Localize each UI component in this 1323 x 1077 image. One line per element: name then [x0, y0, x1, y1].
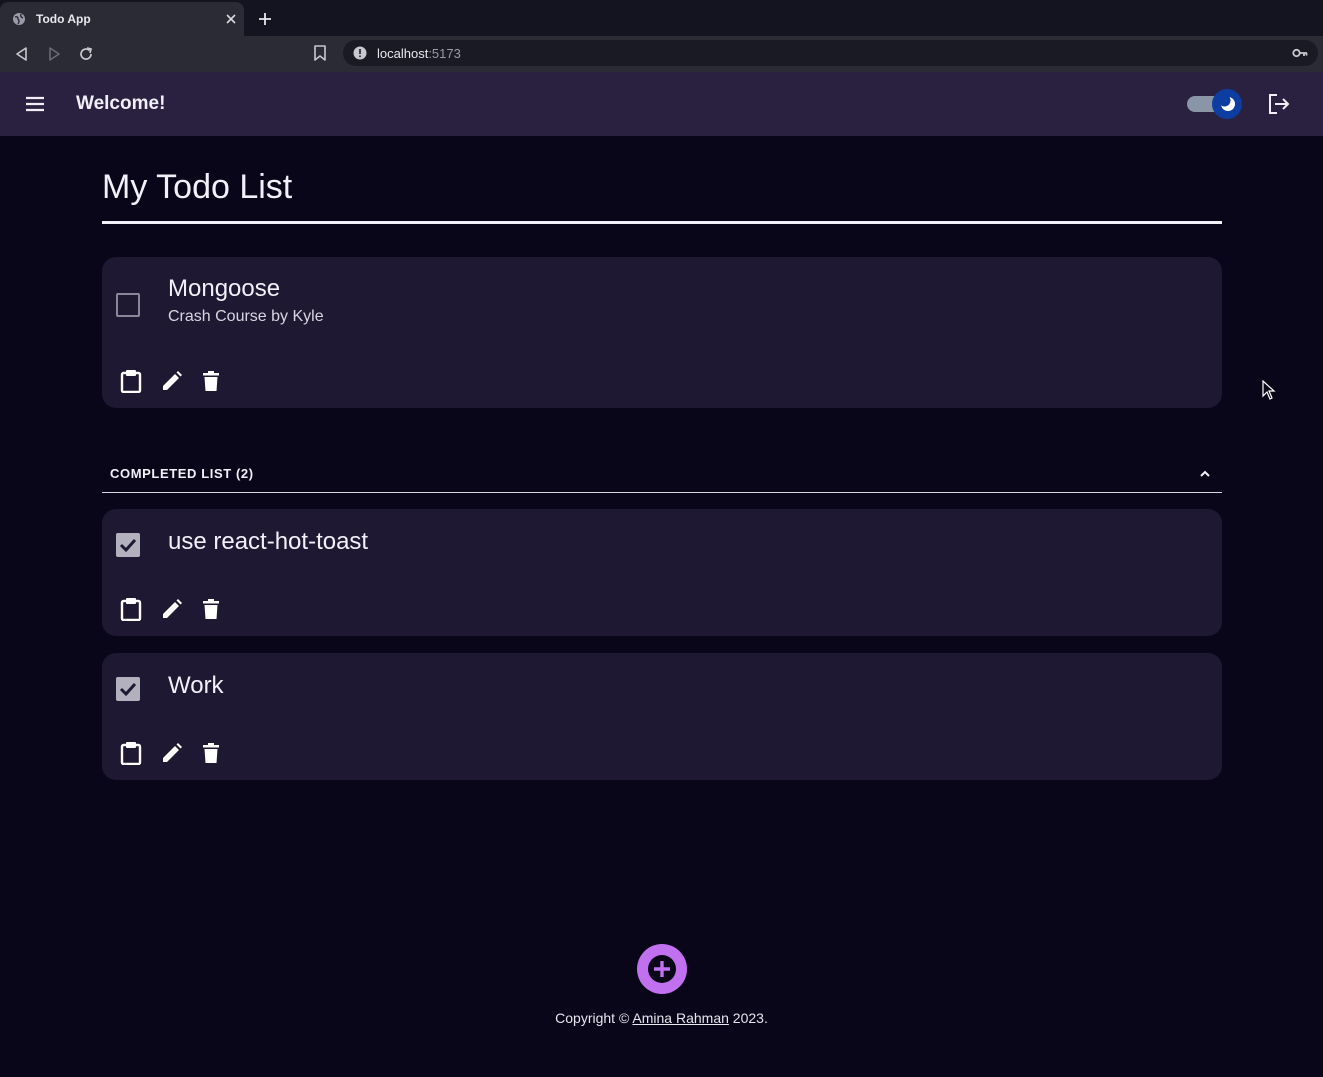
edit-icon[interactable] [160, 597, 182, 621]
delete-icon[interactable] [200, 369, 222, 393]
info-icon[interactable] [353, 46, 367, 60]
menu-icon[interactable] [24, 94, 46, 114]
clipboard-icon[interactable] [120, 369, 142, 393]
todo-title: Mongoose [168, 275, 281, 302]
browser-tab[interactable]: Todo App [0, 2, 244, 36]
todo-checkbox[interactable] [116, 677, 140, 701]
todo-actions [120, 597, 230, 621]
theme-toggle-thumb [1212, 89, 1242, 119]
cursor-icon [1262, 380, 1276, 400]
logout-icon[interactable] [1267, 93, 1291, 115]
url-host: localhost [377, 46, 429, 61]
moon-icon [1218, 94, 1235, 111]
back-icon[interactable] [13, 45, 31, 63]
todo-card: Mongoose Crash Course by Kyle [102, 257, 1222, 408]
plus-icon [648, 955, 676, 983]
close-icon[interactable] [224, 12, 238, 26]
address-bar[interactable]: localhost:5173 [343, 40, 1318, 66]
completed-list-label: COMPLETED LIST (2) [110, 466, 254, 481]
completed-list-header[interactable]: COMPLETED LIST (2) [102, 456, 1222, 493]
forward-icon[interactable] [45, 45, 63, 63]
add-todo-button[interactable] [637, 944, 687, 994]
chevron-up-icon[interactable] [1198, 467, 1212, 481]
title-divider [102, 221, 1222, 224]
page-title: My Todo List [102, 168, 293, 206]
clipboard-icon[interactable] [120, 741, 142, 765]
footer: Copyright © Amina Rahman 2023. [0, 1010, 1323, 1026]
edit-icon[interactable] [160, 741, 182, 765]
todo-checkbox[interactable] [116, 293, 140, 317]
copyright-prefix: Copyright © [555, 1010, 633, 1026]
url-text: localhost:5173 [377, 46, 461, 61]
app-title: Welcome! [76, 93, 166, 114]
plus-icon[interactable] [257, 11, 273, 27]
key-icon[interactable] [1292, 46, 1308, 60]
reload-icon[interactable] [77, 45, 95, 63]
check-icon [119, 538, 137, 553]
edit-icon[interactable] [160, 369, 182, 393]
copyright-suffix: 2023. [728, 1010, 768, 1026]
todo-description: Crash Course by Kyle [168, 308, 324, 325]
completed-todo-card: use react-hot-toast [102, 509, 1222, 636]
url-port: :5173 [428, 46, 461, 61]
app-bar: Welcome! [0, 72, 1323, 136]
bookmark-icon[interactable] [313, 45, 327, 61]
todo-checkbox[interactable] [116, 533, 140, 557]
todo-title: Work [168, 672, 224, 699]
check-icon [119, 682, 137, 697]
globe-icon [13, 13, 25, 25]
todo-actions [120, 369, 230, 393]
delete-icon[interactable] [200, 597, 222, 621]
browser-tab-title: Todo App [36, 12, 91, 26]
author-link[interactable]: Amina Rahman [632, 1010, 729, 1026]
todo-title: use react-hot-toast [168, 528, 369, 555]
browser-tab-bar: Todo App [0, 0, 1323, 36]
theme-toggle[interactable] [1185, 86, 1245, 122]
todo-actions [120, 741, 230, 765]
completed-todo-card: Work [102, 653, 1222, 780]
clipboard-icon[interactable] [120, 597, 142, 621]
delete-icon[interactable] [200, 741, 222, 765]
